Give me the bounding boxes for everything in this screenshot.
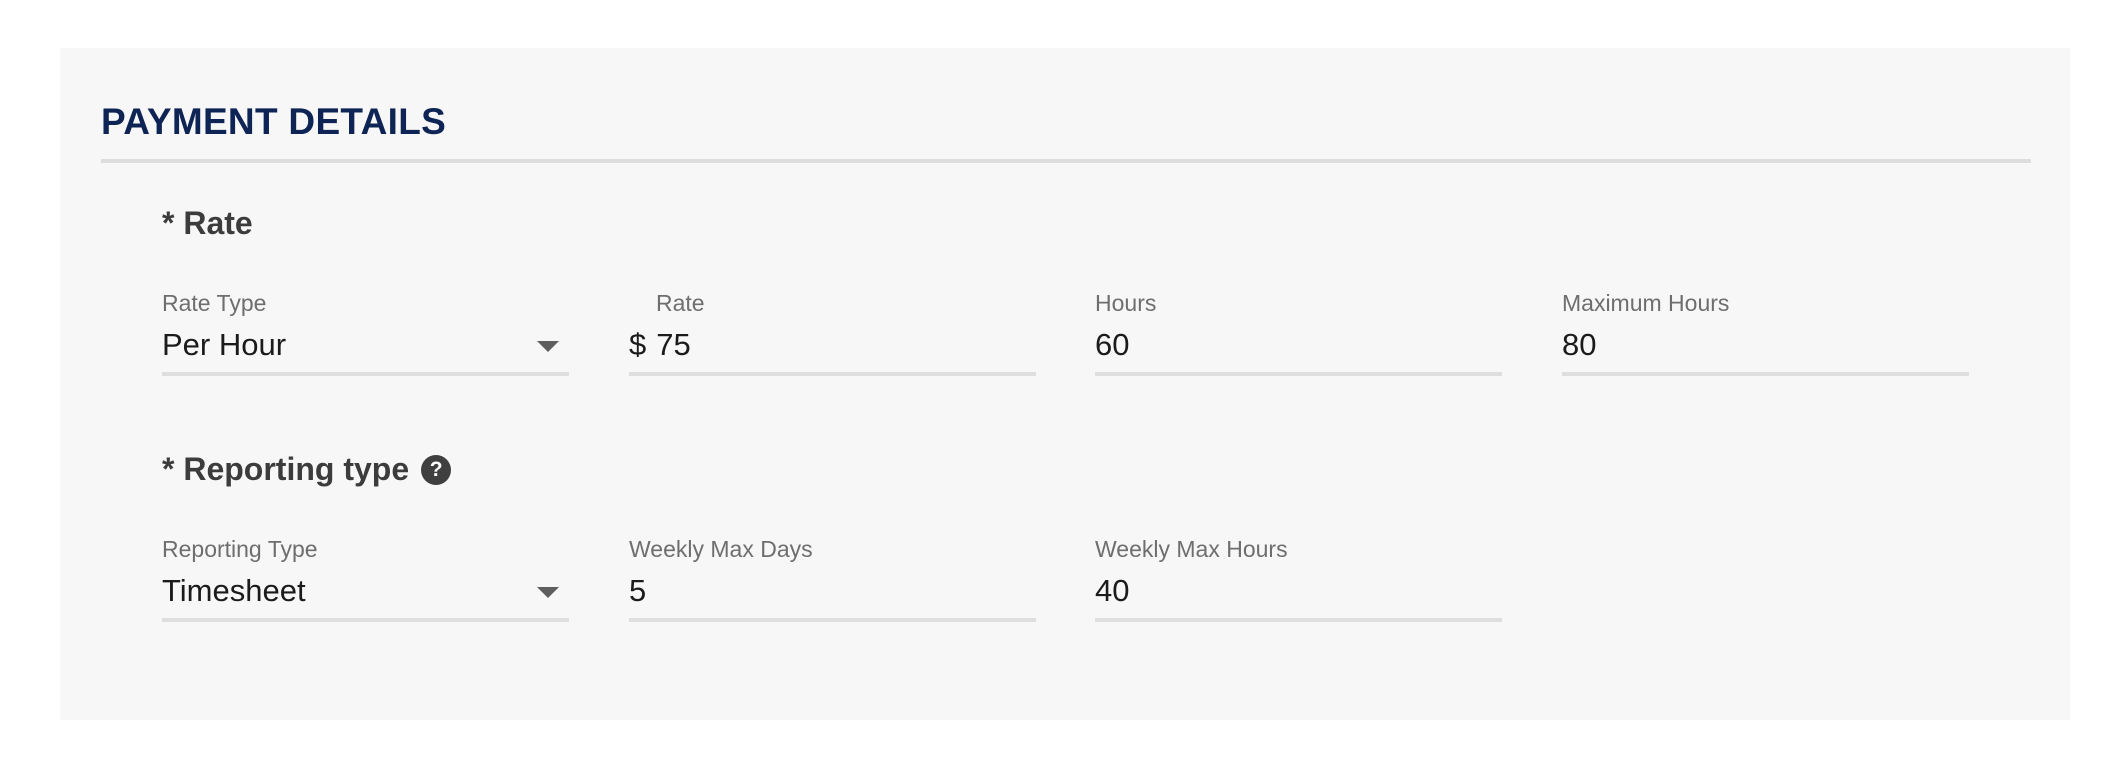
rate-type-field: Rate Type Per Hour [162,288,569,376]
hours-input[interactable]: 60 [1095,318,1502,376]
weekly-max-days-input[interactable]: 5 [629,564,1036,622]
reporting-type-label: Reporting Type [162,536,318,562]
weekly-max-days-field: Weekly Max Days 5 [629,534,1036,622]
reporting-type-select[interactable]: Timesheet [162,564,569,622]
rate-type-select[interactable]: Per Hour [162,318,569,376]
rate-type-value: Per Hour [162,327,287,362]
reporting-type-value: Timesheet [162,573,306,608]
rate-field: Rate $ 75 [629,288,1036,376]
chevron-down-icon[interactable] [537,341,559,352]
weekly-max-days-value: 5 [629,573,647,608]
payment-details-panel: PAYMENT DETAILS * Rate Rate Type Per Hou… [60,48,2070,720]
rate-type-label: Rate Type [162,290,267,316]
rate-group-heading: * Rate [162,205,253,242]
rate-label: Rate [656,290,705,316]
rate-input[interactable]: $ 75 [629,318,1036,376]
hours-label: Hours [1095,290,1157,316]
weekly-max-hours-input[interactable]: 40 [1095,564,1502,622]
reporting-type-field: Reporting Type Timesheet [162,534,569,622]
currency-prefix: $ [629,327,647,362]
reporting-group-heading-text: * Reporting type [162,451,410,487]
section-title: PAYMENT DETAILS [101,101,447,142]
hours-field: Hours 60 [1095,288,1502,376]
help-icon[interactable]: ? [421,454,452,485]
rate-value: 75 [656,327,691,362]
rate-group-heading-text: * Rate [162,205,253,241]
weekly-max-hours-field: Weekly Max Hours 40 [1095,534,1502,622]
weekly-max-hours-value: 40 [1095,573,1130,608]
max-hours-value: 80 [1562,327,1597,362]
title-divider [101,159,2031,163]
chevron-down-icon[interactable] [537,587,559,598]
reporting-group-heading: * Reporting type ? [162,451,452,488]
hours-value: 60 [1095,327,1130,362]
max-hours-input[interactable]: 80 [1562,318,1969,376]
weekly-max-hours-label: Weekly Max Hours [1095,536,1288,562]
weekly-max-days-label: Weekly Max Days [629,536,813,562]
max-hours-label: Maximum Hours [1562,290,1730,316]
max-hours-field: Maximum Hours 80 [1562,288,1969,376]
